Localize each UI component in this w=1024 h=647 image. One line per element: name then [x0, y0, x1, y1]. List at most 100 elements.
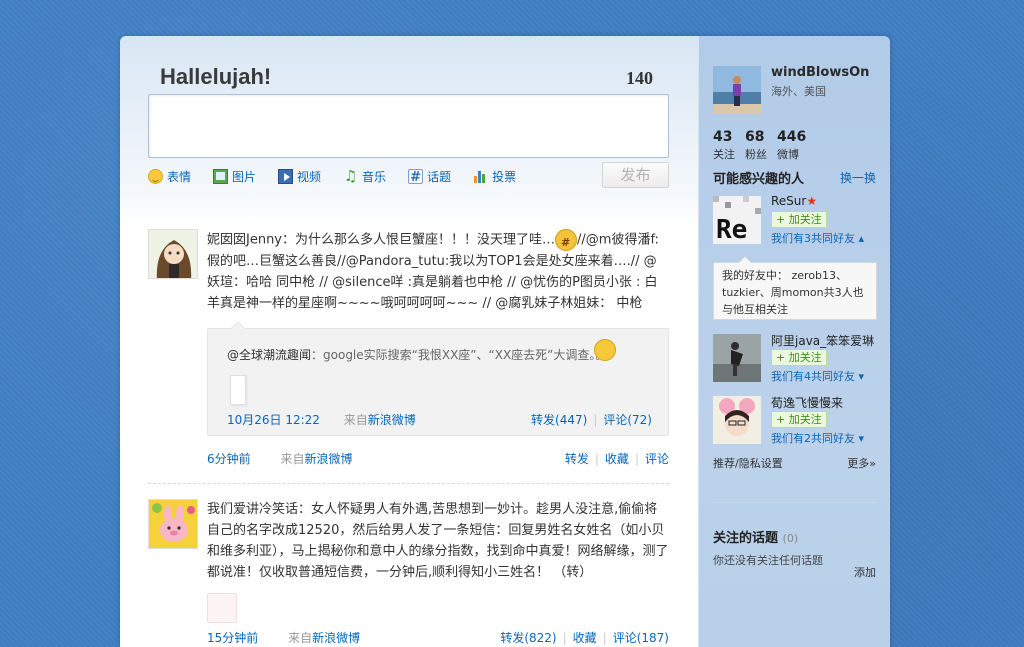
post-text-part: 妮囡囡Jenny：为什么那么多人恨巨蟹座！！！没天理了哇…: [207, 232, 556, 248]
mutual-friends-tooltip: 我的好友中： zerob13、tuzkier、周momon共3人也与他互相关注: [713, 256, 877, 320]
quoted-text: @全球潮流趣闻：google实际搜索“我恨XX座”、“XX座去死”大调查。。。: [227, 346, 613, 363]
post-time[interactable]: 15分钟前: [207, 631, 258, 645]
more-link[interactable]: 更多»: [847, 455, 876, 471]
post-time[interactable]: 6分钟前: [207, 452, 251, 466]
publish-button[interactable]: 发布: [602, 162, 669, 188]
stat-followers[interactable]: 68 粉丝: [745, 129, 767, 162]
chevron-up-icon: ▴: [858, 232, 865, 245]
post-from-app[interactable]: 新浪微博: [312, 631, 360, 645]
avatar[interactable]: [148, 499, 198, 549]
mutual-friends-link[interactable]: 我们有3共同好友 ▴: [771, 230, 864, 246]
tool-label: 话题: [427, 169, 452, 184]
post-actions: 转发 | 收藏 | 评论: [565, 450, 669, 467]
main-column: Hallelujah! 140 表情 图片 视频 ♫ 音乐 # 话题 投票 发布…: [120, 36, 698, 647]
separator: |: [634, 452, 639, 466]
follow-button[interactable]: + 加关注: [771, 211, 827, 228]
quoted-thumbnail[interactable]: [230, 375, 246, 405]
tool-label: 视频: [297, 169, 322, 184]
publisher-title: Hallelujah!: [160, 64, 272, 89]
tool-picture[interactable]: 图片: [213, 167, 256, 185]
music-icon: ♫: [343, 166, 358, 185]
post-from-app[interactable]: 新浪微博: [304, 452, 352, 466]
post-content: 妮囡囡Jenny：为什么那么多人恨巨蟹座！！！没天理了哇…//@m彼得潘f:假的…: [207, 229, 669, 468]
quoted-author[interactable]: @全球潮流趣闻: [227, 348, 311, 362]
separator: |: [602, 631, 607, 645]
quoted-repost-link[interactable]: 转发(447): [531, 413, 587, 427]
post-meta: 15分钟前 来自新浪微博 转发(822) | 收藏 | 评论(187): [207, 629, 669, 647]
separator: |: [562, 631, 567, 645]
quoted-meta: 10月26日 12:22 来自新浪微博 转发(447) | 评论(72): [227, 411, 652, 428]
tool-emoticon[interactable]: 表情: [148, 167, 191, 185]
tool-label: 投票: [492, 169, 517, 184]
weibo-frame: Hallelujah! 140 表情 图片 视频 ♫ 音乐 # 话题 投票 发布…: [120, 36, 890, 647]
stat-posts[interactable]: 446 微博: [777, 129, 806, 162]
post-text: 我们爱讲冷笑话：女人怀疑男人有外遇,苦思想到一妙计。趁男人没注意,偷偷将自己的名…: [207, 502, 669, 580]
sidebar-divider: [713, 502, 877, 503]
picture-icon: [213, 168, 229, 184]
favorite-link[interactable]: 收藏: [573, 631, 597, 645]
avatar[interactable]: [148, 229, 198, 279]
suggestion-name-text: ReSur: [771, 194, 807, 208]
user-location: 海外、美国: [771, 85, 826, 98]
stat-number: 68: [745, 129, 765, 145]
add-topic-link[interactable]: 添加: [854, 564, 876, 580]
publisher-toolbar: 表情 图片 视频 ♫ 音乐 # 话题 投票: [148, 167, 538, 185]
quoted-actions: 转发(447) | 评论(72): [531, 411, 652, 428]
suggestion-item: Re ReSur★ + 加关注 我们有3共同好友 ▴: [713, 194, 883, 246]
post-input[interactable]: [148, 94, 669, 158]
topic-icon: #: [408, 168, 424, 185]
repost-link[interactable]: 转发(822): [500, 631, 556, 645]
quoted-post: @全球潮流趣闻：google实际搜索“我恨XX座”、“XX座去死”大调查。。。 …: [207, 321, 669, 436]
stat-label: 关注: [713, 148, 735, 161]
user-name[interactable]: windBlowsOn: [771, 65, 869, 80]
comment-link[interactable]: 评论(187): [613, 631, 669, 645]
tool-label: 音乐: [362, 169, 387, 184]
quoted-from-app[interactable]: 新浪微博: [368, 413, 416, 427]
angry-emoticon-icon: [555, 229, 578, 253]
post-meta: 6分钟前 来自新浪微博 转发 | 收藏 | 评论: [207, 450, 669, 468]
feed-divider: [148, 483, 669, 484]
post-text: 妮囡囡Jenny：为什么那么多人恨巨蟹座！！！没天理了哇…//@m彼得潘f:假的…: [207, 229, 669, 314]
vote-icon: [473, 169, 488, 184]
suggestion-avatar[interactable]: [713, 334, 761, 382]
mutual-friends-link[interactable]: 我们有4共同好友 ▾: [771, 368, 864, 384]
quoted-from-prefix: 来自: [343, 413, 368, 427]
tool-topic[interactable]: # 话题: [408, 167, 451, 185]
tool-music[interactable]: ♫ 音乐: [343, 167, 386, 185]
user-stats: 43 关注 68 粉丝 446 微博: [713, 129, 816, 162]
suggestion-name[interactable]: 阿里java_笨笨爱琳: [771, 332, 874, 349]
mutual-friends-link[interactable]: 我们有2共同好友 ▾: [771, 430, 864, 446]
tool-label: 图片: [232, 169, 257, 184]
suggest-title: 可能感兴趣的人: [713, 172, 805, 187]
comment-link[interactable]: 评论: [645, 452, 669, 466]
separator: |: [593, 413, 598, 427]
topics-title-text: 关注的话题: [713, 531, 779, 546]
follow-button[interactable]: + 加关注: [771, 411, 827, 428]
post-thumbnail[interactable]: [207, 593, 237, 623]
tool-vote[interactable]: 投票: [473, 167, 516, 185]
chevron-down-icon: ▾: [858, 370, 865, 383]
stat-number: 446: [777, 129, 807, 145]
suggestion-name[interactable]: 荀逸飞慢慢来: [771, 394, 843, 411]
topics-count: (0): [782, 532, 799, 545]
recommend-settings-link[interactable]: 推荐/隐私设置: [713, 455, 783, 471]
stat-following[interactable]: 43 关注: [713, 129, 735, 162]
suggestion-avatar[interactable]: Re: [713, 196, 761, 244]
topics-title: 关注的话题 (0): [713, 527, 798, 546]
follow-button[interactable]: + 加关注: [771, 349, 827, 366]
quoted-comment-link[interactable]: 评论(72): [603, 413, 652, 427]
favorite-link[interactable]: 收藏: [605, 452, 629, 466]
user-avatar[interactable]: [713, 66, 761, 114]
quoted-time[interactable]: 10月26日 12:22: [227, 413, 320, 427]
suggestion-avatar[interactable]: [713, 396, 761, 444]
refresh-link[interactable]: 换一换: [840, 169, 876, 186]
suggestion-name[interactable]: ReSur★: [771, 194, 817, 208]
stat-number: 43: [713, 129, 733, 145]
topics-empty-text: 你还没有关注任何话题: [713, 554, 823, 567]
tool-video[interactable]: 视频: [278, 167, 321, 185]
video-icon: [278, 168, 294, 184]
suggestion-item: 阿里java_笨笨爱琳 + 加关注 我们有4共同好友 ▾: [713, 334, 883, 384]
post-from-prefix: 来自: [280, 452, 305, 466]
post-content: 我们爱讲冷笑话：女人怀疑男人有外遇,苦思想到一妙计。趁男人没注意,偷偷将自己的名…: [207, 499, 669, 647]
repost-link[interactable]: 转发: [565, 452, 589, 466]
